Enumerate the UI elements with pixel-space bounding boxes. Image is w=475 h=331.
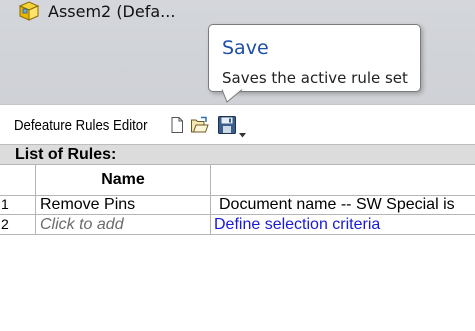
assembly-icon — [18, 0, 42, 22]
open-folder-icon[interactable] — [190, 116, 209, 134]
name-column-header[interactable]: Name — [36, 165, 211, 195]
rule-name-cell[interactable]: Remove Pins — [36, 195, 211, 214]
new-document-icon[interactable] — [168, 116, 186, 134]
rules-editor-toolbar: Defeature Rules Editor — [0, 104, 475, 145]
tooltip-tail — [221, 89, 243, 103]
save-tooltip: Save Saves the active rule set — [208, 24, 421, 103]
tooltip-title: Save — [222, 37, 269, 59]
chevron-down-icon[interactable] — [239, 123, 246, 138]
table-header-row: Name — [0, 164, 475, 196]
row-number-header — [0, 165, 36, 195]
table-row[interactable]: 1 Remove Pins Document name -- SW Specia… — [0, 195, 475, 215]
assembly-tree-item[interactable]: Assem2 (Defa... — [18, 0, 175, 22]
save-icon[interactable] — [217, 115, 237, 135]
tooltip-description: Saves the active rule set — [222, 69, 408, 87]
criteria-column-header[interactable] — [211, 165, 475, 195]
click-to-add-cell[interactable]: Click to add — [36, 215, 211, 234]
define-selection-criteria-link[interactable]: Define selection criteria — [211, 215, 475, 234]
rules-list-header: List of Rules: — [0, 144, 475, 165]
row-number: 1 — [0, 195, 36, 214]
row-number: 2 — [0, 215, 36, 234]
assembly-label: Assem2 (Defa... — [48, 1, 176, 21]
editor-title: Defeature Rules Editor — [14, 117, 148, 134]
rule-criteria-cell[interactable]: Document name -- SW Special is — [211, 195, 475, 214]
rules-list-label: List of Rules: — [15, 146, 117, 163]
table-row[interactable]: 2 Click to add Define selection criteria — [0, 215, 475, 235]
